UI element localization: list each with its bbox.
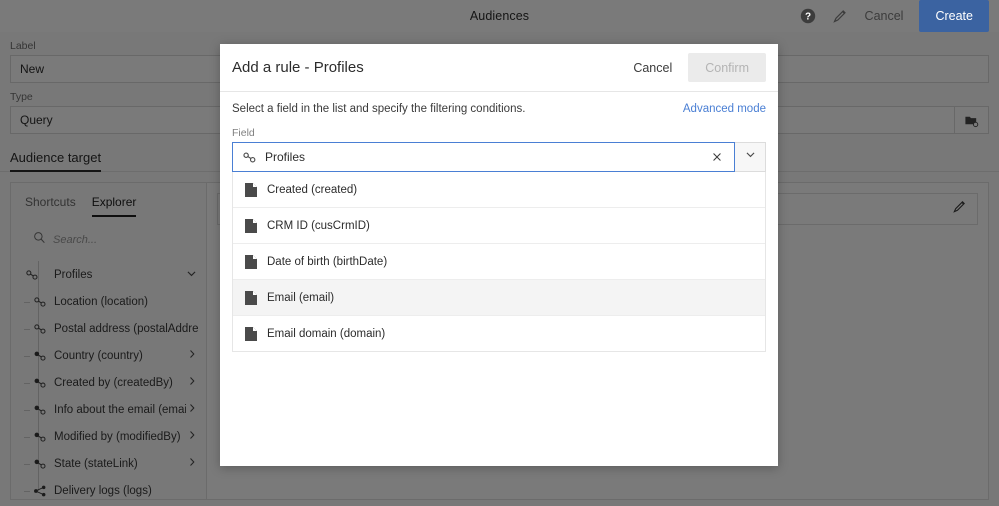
document-icon: [244, 326, 258, 342]
field-option-label: Email (email): [267, 292, 334, 304]
header-actions: ? Cancel Create: [799, 0, 999, 32]
field-option-label: Created (created): [267, 184, 357, 196]
field-option[interactable]: Created (created): [233, 172, 765, 207]
field-option[interactable]: Date of birth (birthDate): [233, 243, 765, 279]
field-input[interactable]: Profiles: [232, 142, 735, 172]
chevron-down-icon: [744, 148, 757, 166]
document-icon: [244, 290, 258, 306]
dialog-header-actions: Cancel Confirm: [625, 53, 766, 82]
field-options-list: Created (created) CRM ID (cusCrmID) Date o…: [232, 172, 766, 352]
document-icon: [244, 218, 258, 234]
field-dropdown-toggle[interactable]: [735, 142, 766, 172]
pencil-icon[interactable]: [831, 7, 849, 25]
field-input-value: Profiles: [265, 150, 708, 164]
header-cancel-button[interactable]: Cancel: [863, 9, 906, 23]
dialog-confirm-button[interactable]: Confirm: [688, 53, 766, 82]
dialog-instruction-row: Select a field in the list and specify t…: [220, 92, 778, 115]
dialog-title: Add a rule - Profiles: [232, 59, 364, 76]
document-icon: [244, 254, 258, 270]
create-button[interactable]: Create: [919, 0, 989, 32]
field-option-label: Date of birth (birthDate): [267, 256, 387, 268]
field-option[interactable]: Email (email): [233, 279, 765, 315]
advanced-mode-link[interactable]: Advanced mode: [683, 103, 766, 115]
field-block: Field Profiles: [220, 115, 778, 172]
add-rule-dialog: Add a rule - Profiles Cancel Confirm Sel…: [220, 44, 778, 466]
svg-text:?: ?: [804, 12, 810, 23]
link-node-icon: [242, 150, 257, 165]
field-label: Field: [232, 127, 766, 139]
document-icon: [244, 182, 258, 198]
help-circle-icon[interactable]: ?: [799, 7, 817, 25]
dialog-cancel-button[interactable]: Cancel: [625, 61, 680, 75]
field-option[interactable]: CRM ID (cusCrmID): [233, 207, 765, 243]
field-option-label: Email domain (domain): [267, 328, 385, 340]
dialog-instruction: Select a field in the list and specify t…: [232, 103, 525, 115]
close-x-icon[interactable]: [708, 148, 726, 166]
field-combobox: Profiles: [232, 142, 766, 172]
field-option-label: CRM ID (cusCrmID): [267, 220, 370, 232]
field-option[interactable]: Email domain (domain): [233, 315, 765, 351]
dialog-header: Add a rule - Profiles Cancel Confirm: [220, 44, 778, 92]
